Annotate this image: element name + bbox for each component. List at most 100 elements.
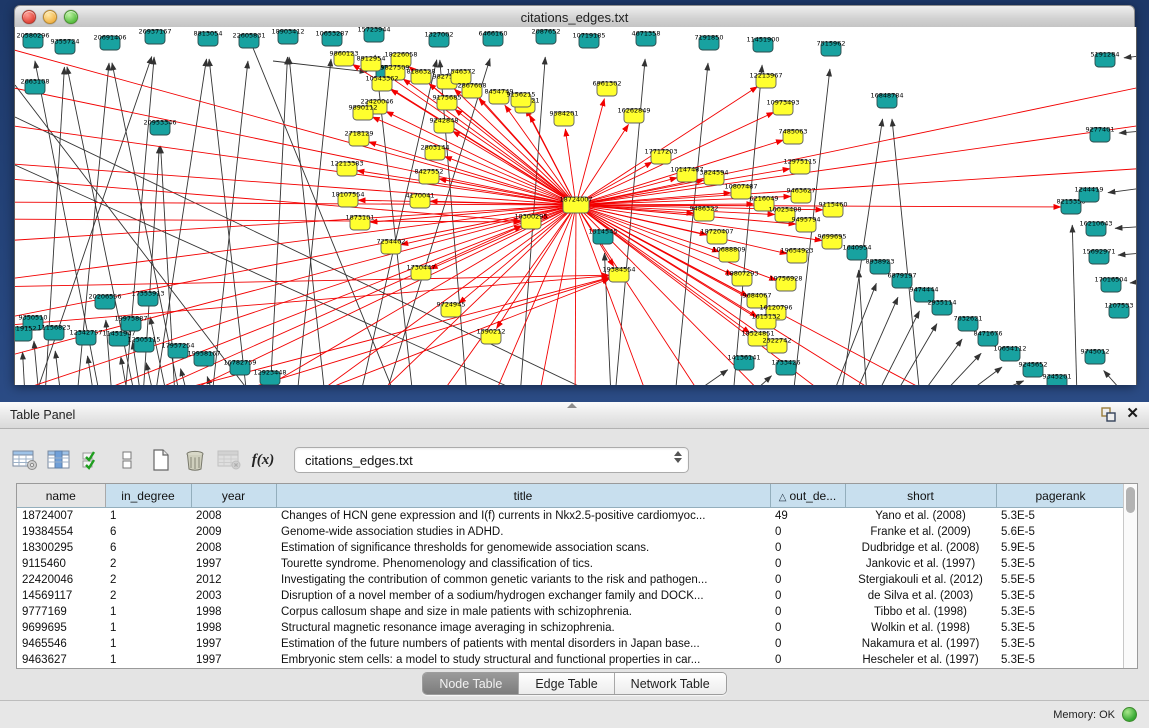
graph-node[interactable]: 12213967 (749, 72, 782, 89)
graph-node[interactable]: 2867608 (458, 82, 487, 99)
graph-node[interactable]: 9319152 (14, 325, 36, 342)
graph-node[interactable]: 12213383 (330, 160, 363, 177)
graph-node[interactable]: 19756928 (769, 275, 802, 292)
graph-node[interactable]: 2718129 (345, 130, 374, 147)
graph-node[interactable]: 16210643 (1079, 220, 1112, 237)
graph-node[interactable]: 2663108 (21, 78, 50, 95)
graph-node[interactable]: 11156823 (37, 324, 70, 341)
graph-node[interactable]: 1590212 (477, 328, 506, 345)
column-header-year[interactable]: year (191, 484, 276, 508)
network-window-titlebar[interactable]: citations_edges.txt (14, 5, 1135, 29)
graph-node[interactable]: 9345201 (1043, 373, 1072, 386)
graph-node[interactable]: 9495794 (792, 216, 821, 233)
tab-edge-table[interactable]: Edge Table (519, 673, 614, 694)
table-row[interactable]: 911546021997Tourette syndrome. Phenomeno… (17, 556, 1125, 572)
graph-node[interactable]: 8813054 (194, 30, 223, 47)
graph-node[interactable]: 1615132 (752, 313, 781, 330)
graph-node[interactable]: 16848784 (870, 92, 903, 109)
graph-node[interactable]: 6961302 (593, 80, 622, 97)
graph-node[interactable]: 8427552 (415, 168, 444, 185)
table-row[interactable]: 1456911722003Disruption of a novel membe… (17, 588, 1125, 604)
graph-node[interactable]: 2087652 (532, 28, 561, 45)
table-row[interactable]: 969969511998Structural magnetic resonanc… (17, 620, 1125, 636)
column-header-pagerank[interactable]: pagerank (996, 484, 1125, 508)
graph-node[interactable]: 9860123 (330, 50, 359, 67)
close-panel-icon[interactable]: ✕ (1126, 406, 1139, 422)
table-row[interactable]: 1872400712008Changes of HCN gene express… (17, 508, 1125, 525)
graph-node[interactable]: 1244419 (1075, 186, 1104, 203)
graph-node[interactable]: 10654112 (993, 345, 1026, 362)
delete-column-button[interactable] (178, 444, 212, 476)
graph-node[interactable]: 18107554 (331, 191, 364, 208)
graph-node[interactable]: 7191850 (695, 34, 724, 51)
table-row[interactable]: 2242004622012Investigating the contribut… (17, 572, 1125, 588)
table-select-dropdown[interactable]: citations_edges.txt (294, 447, 689, 473)
function-builder-button[interactable]: f(x) (246, 444, 280, 476)
table-row[interactable]: 946554611997Estimation of the future num… (17, 636, 1125, 652)
graph-node[interactable]: 9277401 (1086, 126, 1115, 143)
graph-node[interactable]: 9486322 (690, 205, 719, 222)
table-row[interactable]: 977716911998Corpus callosum shape and si… (17, 604, 1125, 620)
column-header-name[interactable]: name (17, 484, 105, 508)
graph-node[interactable]: 9115460 (819, 201, 848, 218)
graph-node[interactable]: 26937167 (138, 28, 171, 45)
graph-node[interactable]: 12923448 (253, 369, 286, 386)
graph-node[interactable]: 1873101 (346, 214, 375, 231)
graph-node[interactable]: 1730447 (407, 264, 436, 281)
panel-resize-grip[interactable] (567, 403, 577, 408)
graph-node[interactable]: 2522742 (763, 337, 792, 354)
graph-node[interactable]: 6466160 (479, 30, 508, 47)
graph-node[interactable]: 10653287 (315, 30, 348, 47)
show-columns-button[interactable] (42, 444, 76, 476)
column-header-short[interactable]: short (845, 484, 996, 508)
graph-node[interactable]: 17016504 (1094, 276, 1127, 293)
tab-node-table[interactable]: Node Table (423, 673, 519, 694)
graph-node[interactable]: 1514545 (589, 228, 618, 245)
network-canvas[interactable]: 1872400720580296935572420691406269371678… (14, 27, 1137, 385)
graph-node[interactable]: 11451900 (746, 36, 779, 53)
graph-node[interactable]: 9584201 (550, 110, 579, 127)
graph-node[interactable]: 9242848 (430, 117, 459, 134)
delete-table-button[interactable] (212, 444, 246, 476)
graph-node[interactable]: 10719185 (572, 32, 605, 49)
column-header-in-degree[interactable]: in_degree (105, 484, 191, 508)
graph-node[interactable]: 1327002 (425, 31, 454, 48)
graph-node[interactable]: 18724007 (559, 196, 592, 214)
graph-node[interactable]: 16262849 (617, 107, 650, 124)
graph-node[interactable]: 9463627 (787, 187, 816, 204)
graph-node[interactable]: 8186328 (407, 68, 436, 85)
graph-node[interactable]: 15723944 (357, 27, 390, 42)
graph-node[interactable]: 9890112 (349, 104, 378, 121)
graph-node[interactable]: 9724945 (437, 301, 466, 318)
citation-nodes[interactable]: 1872400720580296935572420691406269371678… (14, 27, 1133, 385)
graph-node[interactable]: 10688809 (712, 246, 745, 263)
tab-network-table[interactable]: Network Table (615, 673, 726, 694)
create-column-button[interactable] (144, 444, 178, 476)
graph-node[interactable]: 7515962 (817, 40, 846, 57)
table-row[interactable]: 1830029562008Estimation of significance … (17, 540, 1125, 556)
column-header-out-degree[interactable]: △out_de... (770, 484, 845, 508)
graph-node[interactable]: 22605831 (232, 32, 265, 49)
graph-node[interactable]: 4671358 (632, 30, 661, 47)
graph-node[interactable]: 18720407 (700, 228, 733, 245)
graph-node[interactable]: 18807293 (725, 270, 758, 287)
graph-node[interactable]: 10973493 (766, 99, 799, 116)
graph-node[interactable]: 7254402 (377, 238, 406, 255)
graph-node[interactable]: 10543362 (365, 75, 398, 92)
column-header-title[interactable]: title (276, 484, 770, 508)
graph-node[interactable]: 2935114 (928, 299, 957, 316)
graph-node[interactable]: 18903412 (271, 28, 304, 45)
graph-node[interactable]: 14136141 (727, 354, 760, 371)
table-mode-button[interactable] (8, 444, 42, 476)
float-panel-icon[interactable] (1101, 407, 1116, 422)
graph-node[interactable]: 9745012 (1081, 348, 1110, 365)
table-scrollbar[interactable] (1123, 484, 1137, 668)
graph-node[interactable]: 9175685 (433, 94, 462, 111)
graph-node[interactable]: 20691406 (93, 34, 126, 51)
graph-node[interactable]: 1107533 (1105, 302, 1134, 319)
graph-node[interactable]: 4170041 (406, 192, 435, 209)
graph-node[interactable]: 7485063 (779, 128, 808, 145)
graph-node[interactable]: 2803144 (421, 144, 450, 161)
table-row[interactable]: 1938455462009Genome-wide association stu… (17, 524, 1125, 540)
clear-selection-button[interactable] (110, 444, 144, 476)
